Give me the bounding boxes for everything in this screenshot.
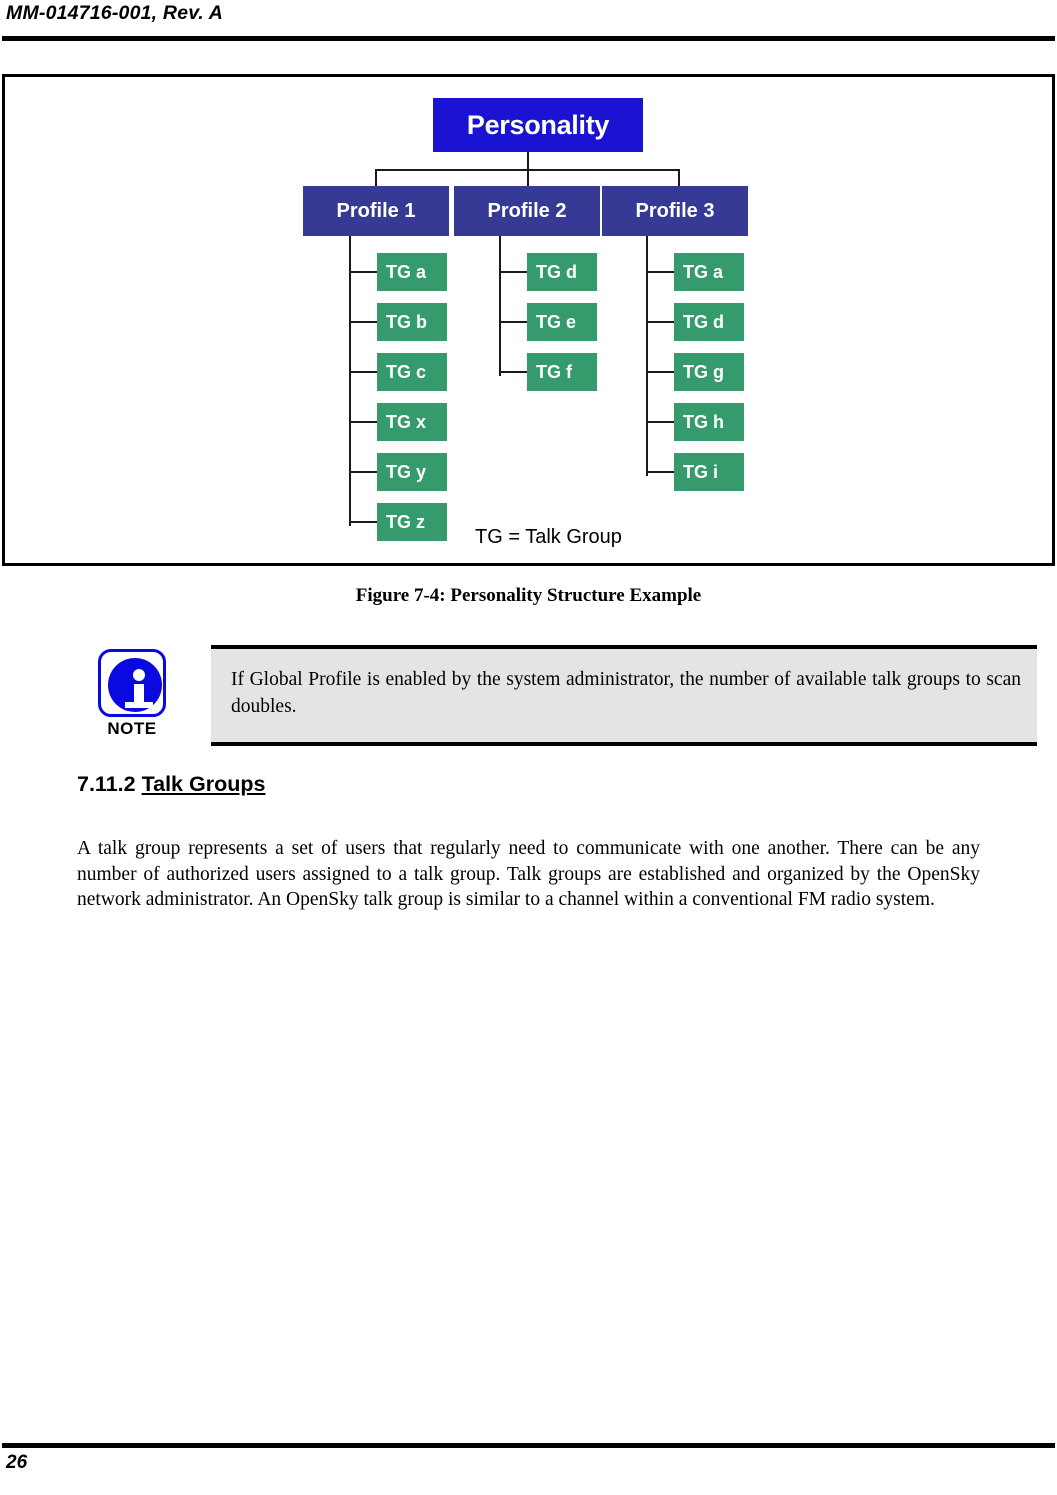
connector-stub-p1-tg-1: [349, 271, 379, 273]
note-block: NOTE If Global Profile is enabled by the…: [84, 645, 1037, 750]
connector-stub-p2-tg-1: [499, 271, 529, 273]
node-profile-2-label: Profile 2: [487, 199, 567, 222]
node-talkgroup-label: TG f: [536, 361, 572, 382]
node-talkgroup-label: TG h: [683, 411, 724, 432]
note-info-icon: NOTE: [84, 649, 180, 747]
node-talkgroup-label: TG d: [536, 261, 577, 282]
connector-stub-p3-tg-3: [646, 371, 676, 373]
node-talkgroup-p1-1: TG a: [377, 253, 447, 291]
node-profile-1: Profile 1: [303, 186, 449, 236]
note-body: If Global Profile is enabled by the syst…: [211, 645, 1037, 746]
connector-drop-profile-1: [375, 169, 377, 186]
node-talkgroup-p1-5: TG y: [377, 453, 447, 491]
section-heading: 7.11.2 Talk Groups: [77, 772, 265, 797]
connector-stub-p1-tg-4: [349, 421, 379, 423]
node-talkgroup-p1-6: TG z: [377, 503, 447, 541]
connector-stub-p1-tg-3: [349, 371, 379, 373]
connector-trunk-profile-1: [349, 236, 351, 526]
node-talkgroup-label: TG b: [386, 311, 427, 332]
node-talkgroup-label: TG g: [683, 361, 724, 382]
node-personality-label: Personality: [466, 109, 610, 140]
figure-caption: Figure 7-4: Personality Structure Exampl…: [355, 585, 702, 606]
personality-structure-diagram: Personality Profile 1 Profile 2 Profile …: [5, 77, 1052, 563]
node-talkgroup-p1-2: TG b: [377, 303, 447, 341]
node-talkgroup-p1-3: TG c: [377, 353, 447, 391]
node-talkgroup-label: TG x: [386, 411, 427, 432]
section-paragraph: A talk group represents a set of users t…: [77, 838, 980, 910]
connector-stub-p1-tg-2: [349, 321, 379, 323]
connector-drop-profile-2: [527, 169, 529, 186]
figure-frame: Personality Profile 1 Profile 2 Profile …: [2, 74, 1055, 566]
node-profile-2: Profile 2: [454, 186, 600, 236]
node-talkgroup-label: TG y: [386, 461, 427, 482]
page-header: MM-014716-001, Rev. A: [0, 0, 1057, 46]
connector-drop-profile-3: [678, 169, 680, 186]
header-document-id: MM-014716-001, Rev. A: [6, 2, 224, 24]
node-talkgroup-label: TG a: [386, 261, 427, 282]
connector-stub-p3-tg-2: [646, 321, 676, 323]
info-icon-border: [98, 649, 166, 717]
node-talkgroup-p1-4: TG x: [377, 403, 447, 441]
node-talkgroup-p3-2: TG d: [674, 303, 744, 341]
node-profile-3-label: Profile 3: [635, 199, 715, 222]
node-talkgroup-p3-5: TG i: [674, 453, 744, 491]
node-talkgroup-label: TG i: [683, 461, 718, 482]
connector-stub-p2-tg-3: [499, 371, 529, 373]
node-talkgroup-p2-2: TG e: [527, 303, 597, 341]
node-talkgroup-label: TG d: [683, 311, 724, 332]
connector-stub-p1-tg-5: [349, 471, 379, 473]
header-rule: [2, 36, 1055, 41]
footer-rule: [2, 1443, 1055, 1448]
node-talkgroup-p3-3: TG g: [674, 353, 744, 391]
node-talkgroup-p2-3: TG f: [527, 353, 597, 391]
info-icon-dot: [133, 669, 145, 681]
node-talkgroup-label: TG c: [386, 361, 427, 382]
info-icon-base: [125, 702, 153, 708]
node-talkgroup-p3-1: TG a: [674, 253, 744, 291]
connector-stub-p2-tg-2: [499, 321, 529, 323]
section-number: 7.11.2: [77, 772, 136, 796]
info-icon-circle: [108, 658, 162, 712]
node-talkgroup-label: TG a: [683, 261, 724, 282]
connector-trunk-profile-2: [499, 236, 501, 376]
node-talkgroup-p3-4: TG h: [674, 403, 744, 441]
node-talkgroup-p2-1: TG d: [527, 253, 597, 291]
node-profile-3: Profile 3: [602, 186, 748, 236]
connector-stub-p1-tg-6: [349, 521, 379, 523]
node-talkgroup-label: TG e: [536, 311, 577, 332]
section-title: Talk Groups: [141, 772, 266, 796]
connector-root-stem: [527, 151, 529, 171]
note-text: If Global Profile is enabled by the syst…: [231, 669, 1021, 717]
node-personality: Personality: [433, 98, 643, 152]
connector-stub-p3-tg-4: [646, 421, 676, 423]
diagram-legend: TG = Talk Group: [475, 526, 622, 548]
node-profile-1-label: Profile 1: [336, 199, 416, 222]
footer-page-number: 26: [6, 1452, 28, 1473]
note-icon-label: NOTE: [107, 719, 157, 738]
connector-stub-p3-tg-1: [646, 271, 676, 273]
connector-stub-p3-tg-5: [646, 471, 676, 473]
node-talkgroup-label: TG z: [386, 511, 425, 532]
